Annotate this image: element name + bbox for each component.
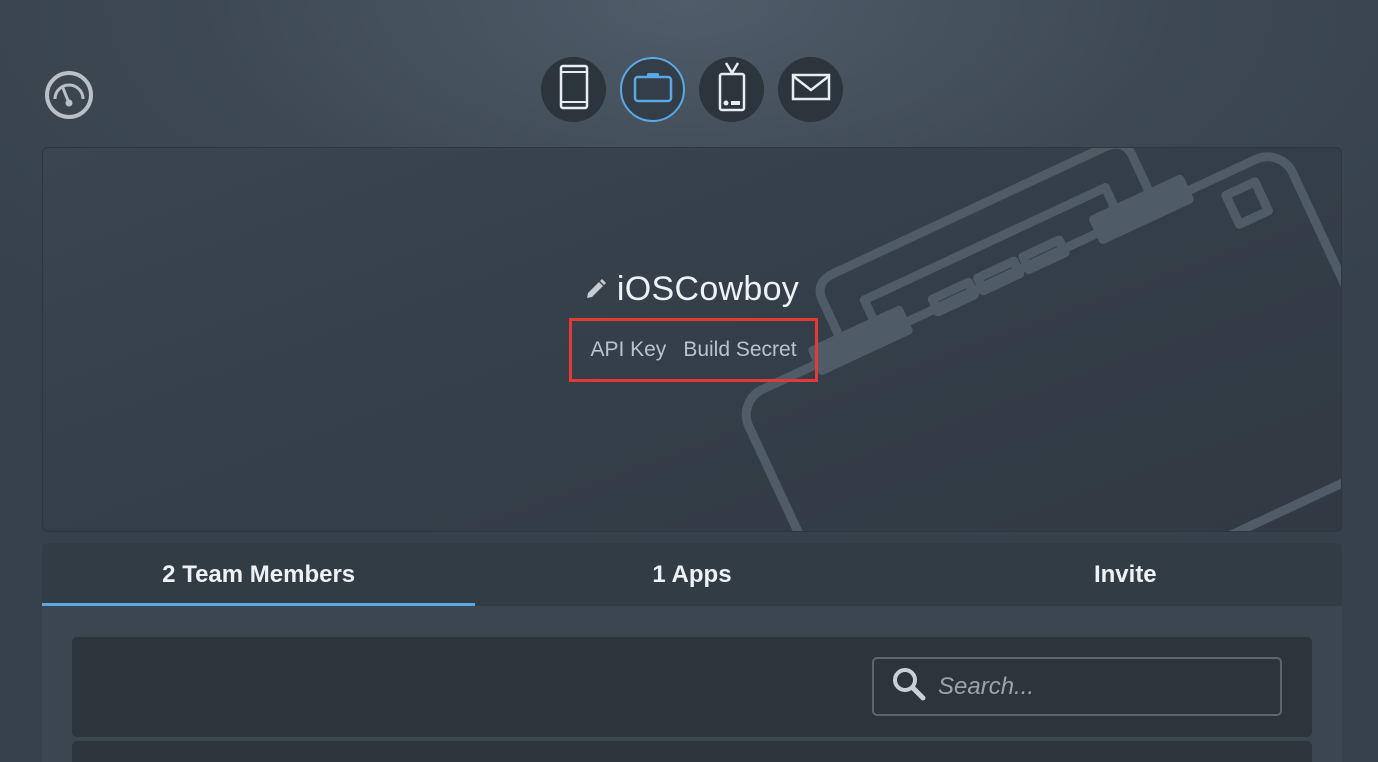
pencil-edit-icon[interactable] [585,270,607,309]
envelope-icon [791,73,831,106]
top-nav [541,57,843,122]
organization-tabs-panel: 2 Team Members 1 Apps Invite [42,543,1342,762]
api-key-link[interactable]: API Key [590,338,666,362]
nav-briefcase-button[interactable] [620,57,685,122]
search-icon [892,667,926,706]
nav-badge-button[interactable] [699,57,764,122]
dashboard-gauge-icon[interactable] [44,70,94,120]
build-secret-link[interactable]: Build Secret [683,338,796,362]
organization-key-links: API Key Build Secret [569,318,818,382]
tab-bar: 2 Team Members 1 Apps Invite [42,543,1342,606]
briefcase-icon [633,71,673,108]
badge-icon [717,61,747,118]
tab-apps[interactable]: 1 Apps [475,543,908,606]
nav-phone-button[interactable] [541,57,606,122]
search-input[interactable] [936,671,1270,702]
search-toolbar [72,637,1312,737]
organization-name[interactable]: iOSCowboy [617,270,799,308]
organization-header-card: iOSCowboy API Key Build Secret [42,147,1342,532]
organization-title: iOSCowboy [43,270,1341,309]
phone-icon [559,64,589,115]
tab-invite[interactable]: Invite [909,543,1342,606]
search-box[interactable] [872,657,1282,716]
tab-team-members[interactable]: 2 Team Members [42,543,476,606]
briefcase-watermark-icon [741,148,1341,531]
nav-mail-button[interactable] [778,57,843,122]
list-item [72,741,1312,762]
